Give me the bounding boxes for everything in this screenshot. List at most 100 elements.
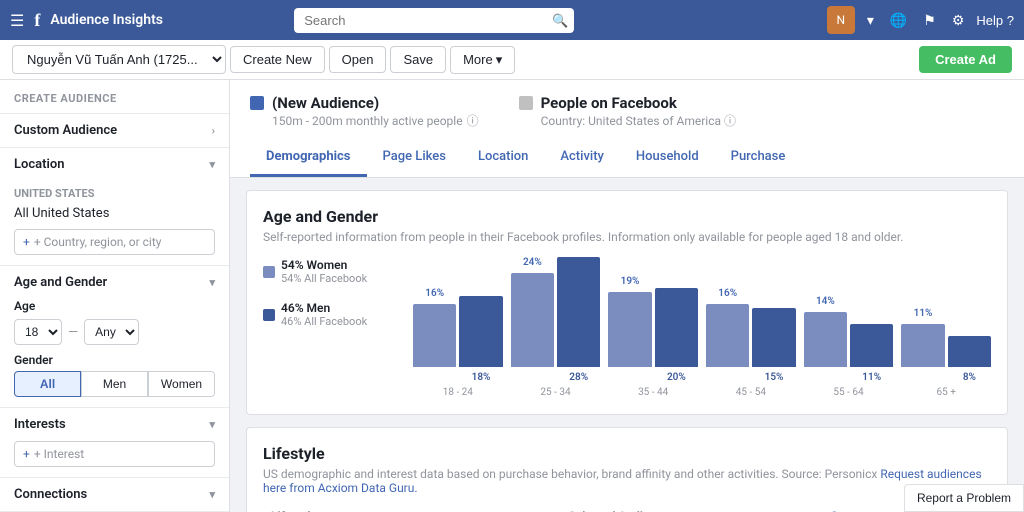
- gender-all-button[interactable]: All: [14, 371, 81, 397]
- sidebar-section-location: Location ▾ UNITED STATES All United Stat…: [0, 147, 229, 265]
- tab-demographics[interactable]: Demographics: [250, 139, 367, 177]
- age-label: 65 +: [936, 387, 955, 398]
- bar-col: 24% 28% 25 - 34: [511, 257, 601, 398]
- new-audience-color: [250, 96, 264, 110]
- col-selected: Selected Audience: [561, 503, 823, 512]
- plus-icon: +: [23, 235, 30, 249]
- tab-page-likes[interactable]: Page Likes: [367, 139, 462, 177]
- age-gender-sub-section: Age 18 — Any Gender All Men Women: [0, 299, 229, 407]
- age-label: 35 - 44: [638, 387, 668, 398]
- app-title: Audience Insights: [50, 12, 163, 28]
- report-problem-button[interactable]: Report a Problem: [904, 484, 1024, 512]
- interest-plus-icon: +: [23, 447, 30, 461]
- lifestyle-title: Lifestyle: [263, 444, 991, 463]
- legend-women: 54% Women 54% All Facebook: [263, 258, 393, 285]
- nav-dropdown-icon[interactable]: ▾: [863, 10, 878, 31]
- gender-buttons: All Men Women: [14, 371, 215, 397]
- globe-icon[interactable]: 🌐: [886, 10, 911, 31]
- tab-activity[interactable]: Activity: [544, 139, 620, 177]
- sidebar-item-location[interactable]: Location ▾: [0, 148, 229, 181]
- col-lifestyle: Lifestyle: [263, 503, 561, 512]
- flag-icon[interactable]: ⚑: [919, 10, 940, 31]
- create-ad-button[interactable]: Create Ad: [919, 46, 1012, 73]
- age-gender-title: Age and Gender: [263, 207, 991, 226]
- bar-col: 14% 11% 55 - 64: [804, 257, 894, 398]
- age-from-select[interactable]: 18: [14, 319, 62, 345]
- tab-location[interactable]: Location: [462, 139, 544, 177]
- tab-purchase[interactable]: Purchase: [715, 139, 802, 177]
- age-to-select[interactable]: Any: [84, 319, 139, 345]
- age-label: 55 - 64: [833, 387, 863, 398]
- search-input[interactable]: [294, 8, 574, 33]
- chevron-down-age-icon: ▾: [209, 276, 215, 289]
- men-bar: 28%: [557, 257, 600, 367]
- lifestyle-desc: US demographic and interest data based o…: [263, 467, 991, 495]
- bar-col: 16% 15% 45 - 54: [706, 257, 796, 398]
- women-bar: 24%: [511, 273, 554, 367]
- new-audience-block: (New Audience) 150m - 200m monthly activ…: [250, 94, 479, 129]
- interests-sub-section: + + Interest: [0, 441, 229, 477]
- search-bar: 🔍: [294, 8, 574, 33]
- new-audience-sub: 150m - 200m monthly active people ⓘ: [272, 112, 479, 129]
- sidebar-item-custom[interactable]: Custom Audience ›: [0, 114, 229, 147]
- men-bar: 11%: [850, 324, 893, 367]
- search-icon[interactable]: 🔍: [552, 13, 568, 29]
- bar-col: 19% 20% 35 - 44: [608, 257, 698, 398]
- sidebar-header: CREATE AUDIENCE: [0, 80, 229, 113]
- sidebar-item-connections[interactable]: Connections ▾: [0, 478, 229, 511]
- legend-men: 46% Men 46% All Facebook: [263, 301, 393, 328]
- sidebar-section-connections: Connections ▾: [0, 477, 229, 511]
- men-bar: 20%: [655, 288, 698, 367]
- women-bar: 19%: [608, 292, 651, 367]
- women-bar: 16%: [413, 304, 456, 367]
- chevron-down-connections-icon: ▾: [209, 488, 215, 501]
- tabs-row: Demographics Page Likes Location Activit…: [250, 139, 1004, 177]
- chart-legend: 54% Women 54% All Facebook 46% Men 46% A…: [263, 258, 393, 398]
- avatar: N: [827, 6, 855, 34]
- women-color: [263, 266, 275, 278]
- toolbar: Nguyễn Vũ Tuấn Anh (1725... Create New O…: [0, 40, 1024, 80]
- create-new-button[interactable]: Create New: [230, 46, 325, 73]
- age-label: 18 - 24: [443, 387, 473, 398]
- facebook-logo: f: [34, 10, 40, 31]
- info-icon-new[interactable]: ⓘ: [467, 112, 479, 129]
- sidebar-item-age-gender[interactable]: Age and Gender ▾: [0, 266, 229, 299]
- sidebar-item-interests[interactable]: Interests ▾: [0, 408, 229, 441]
- help-button[interactable]: Help ?: [976, 13, 1014, 28]
- tab-household[interactable]: Household: [620, 139, 715, 177]
- lifestyle-table: Lifestyle Selected Audience Compare ▾: [263, 503, 991, 512]
- location-sub-section: UNITED STATES All United States + + Coun…: [0, 181, 229, 265]
- interest-input[interactable]: + + Interest: [14, 441, 215, 467]
- save-button[interactable]: Save: [390, 46, 446, 73]
- lifestyle-card: Lifestyle US demographic and interest da…: [246, 427, 1008, 512]
- top-navigation: ☰ f Audience Insights 🔍 N ▾ 🌐 ⚑ ⚙ Help ?: [0, 0, 1024, 40]
- sidebar-section-interests: Interests ▾ + + Interest: [0, 407, 229, 477]
- more-button[interactable]: More ▾: [450, 46, 515, 74]
- pof-color: [519, 96, 533, 110]
- bar-chart: 16% 18% 18 - 24 24% 28% 25 - 34 19% 20%: [413, 258, 991, 398]
- chevron-down-loc-icon: ▾: [209, 158, 215, 171]
- age-label: 25 - 34: [540, 387, 570, 398]
- settings-icon[interactable]: ⚙: [948, 10, 969, 31]
- age-gender-subtitle: Self-reported information from people in…: [263, 230, 991, 244]
- audience-header: (New Audience) 150m - 200m monthly activ…: [230, 80, 1024, 178]
- info-icon-pof[interactable]: ⓘ: [724, 114, 736, 128]
- age-gender-card: Age and Gender Self-reported information…: [246, 190, 1008, 415]
- sidebar-section-custom: Custom Audience ›: [0, 113, 229, 147]
- chevron-down-interests-icon: ▾: [209, 418, 215, 431]
- pof-title: People on Facebook: [541, 94, 736, 112]
- audience-select[interactable]: Nguyễn Vũ Tuấn Anh (1725...: [12, 45, 226, 74]
- gender-women-button[interactable]: Women: [148, 371, 215, 397]
- gender-men-button[interactable]: Men: [81, 371, 148, 397]
- pof-sub: Country: United States of America ⓘ: [541, 112, 736, 129]
- men-color: [263, 309, 275, 321]
- women-bar: 11%: [901, 324, 944, 367]
- open-button[interactable]: Open: [329, 46, 387, 73]
- menu-icon[interactable]: ☰: [10, 11, 24, 30]
- location-input[interactable]: + + Country, region, or city: [14, 229, 215, 255]
- content-cards: Age and Gender Self-reported information…: [230, 178, 1024, 512]
- men-bar: 15%: [752, 308, 795, 367]
- sidebar: CREATE AUDIENCE Custom Audience › Locati…: [0, 80, 230, 512]
- women-bar: 14%: [804, 312, 847, 367]
- chevron-right-icon: ›: [212, 124, 215, 137]
